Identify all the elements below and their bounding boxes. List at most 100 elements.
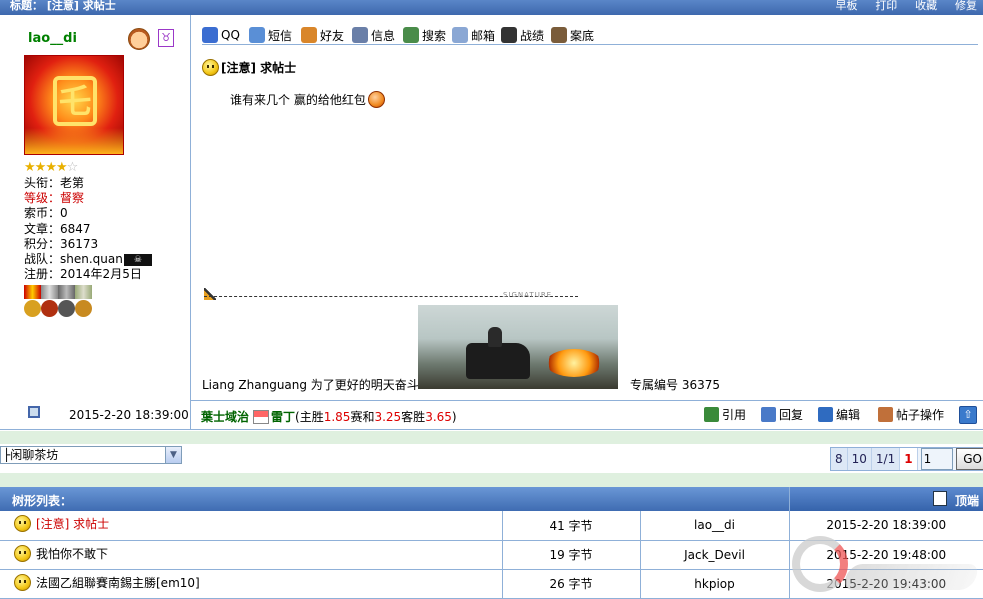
favorite-link[interactable]: 收藏 <box>915 0 937 12</box>
pager-item[interactable]: 8 <box>831 448 848 470</box>
signature-text: Liang Zhanguang 为了更好的明天奋斗 <box>202 378 419 392</box>
separator-band <box>0 473 983 487</box>
posts-label: 文章： <box>24 221 61 236</box>
row-subject[interactable]: [注意] 求帖士 <box>36 515 109 532</box>
navigation-row: ├闲聊茶坊 ▼ 8 10 1/1 1 1 GO <box>0 444 983 473</box>
post-ops-icon <box>878 407 893 422</box>
post-meta: 2015-2-20 18:39:00 <box>0 401 191 430</box>
row-subject[interactable]: 法國乙組聯賽南錫主勝[em10] <box>36 574 200 591</box>
star-icon: ★ <box>55 160 68 175</box>
quote-button[interactable]: 引用 <box>704 406 746 423</box>
case-icon <box>551 27 567 43</box>
post-date: 2015-2-20 18:39:00 <box>69 408 189 422</box>
reply-button[interactable]: 回复 <box>761 406 803 423</box>
bet-odds: 葉士域治 雷丁 (主胜 1.85 赛和 3.25 客胜 3.65) <box>201 408 457 425</box>
joined-label: 注册： <box>24 267 61 282</box>
team-label: 战队： <box>24 252 61 267</box>
user-toolbar: QQ 短信 好友 信息 搜索 邮箱 战绩 案底 <box>202 25 978 45</box>
record-button[interactable]: 战绩 <box>501 25 544 45</box>
early-board-link[interactable]: 早板 <box>835 0 857 12</box>
post-content-area: QQ 短信 好友 信息 搜索 邮箱 战绩 案底 [注意] 求帖士 谁有来几个 赢… <box>192 15 983 401</box>
face-icon <box>128 28 150 50</box>
row-author[interactable]: Jack_Devil <box>640 540 790 570</box>
computer-icon <box>28 406 40 418</box>
table-row[interactable]: [注意] 求帖士 41 字节 lao__di 2015-2-20 18:39:0… <box>0 511 983 541</box>
forum-select[interactable]: ├闲聊茶坊 ▼ <box>0 446 182 464</box>
edit-button[interactable]: 编辑 <box>818 406 860 423</box>
separator-band <box>0 431 983 444</box>
title-value: 老第 <box>60 176 85 190</box>
star-icon: ★ <box>34 160 47 175</box>
info-button[interactable]: 信息 <box>352 25 395 45</box>
table-row[interactable]: 我怕你不敢下 19 字节 Jack_Devil 2015-2-20 19:48:… <box>0 540 983 570</box>
document-icon <box>933 491 947 506</box>
row-subject[interactable]: 我怕你不敢下 <box>36 545 108 562</box>
mail-button[interactable]: 邮箱 <box>452 25 495 45</box>
post: lao__di ♉ 乇 ★★★★☆ 头衔：老第 等级：督察 索币：0 文章：68… <box>0 15 983 401</box>
go-button[interactable]: GO <box>955 448 983 470</box>
record-icon <box>501 27 517 43</box>
avatar-flame <box>25 128 123 154</box>
post-ops-button[interactable]: 帖子操作 <box>878 406 944 423</box>
tree-list: [注意] 求帖士 41 字节 lao__di 2015-2-20 18:39:0… <box>0 511 983 599</box>
message-icon <box>249 27 265 43</box>
team-away[interactable]: 雷丁 <box>271 408 295 425</box>
row-time: 2015-2-20 19:43:00 <box>789 569 983 599</box>
row-author[interactable]: hkpiop <box>640 569 790 599</box>
chevron-down-icon[interactable]: ▼ <box>165 447 181 463</box>
pager-current: 1 <box>900 448 918 470</box>
qq-button[interactable]: QQ <box>202 25 240 45</box>
signature-car <box>466 343 530 379</box>
team-value[interactable]: shen.quan <box>60 252 123 266</box>
score-value: 36173 <box>60 236 99 251</box>
row-size: 41 字节 <box>502 511 641 541</box>
row-author[interactable]: lao__di <box>640 511 790 541</box>
info-icon <box>352 27 368 43</box>
signature-id: 专属编号 36375 <box>630 378 720 392</box>
print-link[interactable]: 打印 <box>875 0 897 12</box>
team-flag-icon: ☠ <box>123 253 152 266</box>
quote-icon <box>704 407 719 422</box>
user-info: 头衔：老第 等级：督察 索币：0 文章：6847 积分：36173 战队：she… <box>24 176 152 282</box>
row-time: 2015-2-20 19:48:00 <box>789 540 983 570</box>
row-size: 19 字节 <box>502 540 641 570</box>
qq-icon <box>202 27 218 43</box>
star-empty-icon: ☆ <box>66 160 79 175</box>
smiley-icon <box>14 515 31 533</box>
medal-icon <box>75 285 92 317</box>
team-home[interactable]: 葉士域治 <box>201 408 249 425</box>
medal-icon <box>58 285 75 317</box>
joined-value: 2014年2月5日 <box>60 267 142 282</box>
message-button[interactable]: 短信 <box>249 25 292 45</box>
repair-link[interactable]: 修复 <box>955 0 977 12</box>
mail-icon <box>452 27 468 43</box>
signature-tag: SIGNATURE <box>503 291 553 299</box>
page-input[interactable]: 1 <box>920 448 953 470</box>
search-icon <box>403 27 419 43</box>
pager-total: 1/1 <box>871 448 901 470</box>
search-button[interactable]: 搜索 <box>403 25 446 45</box>
draw-odds: 3.25 <box>374 409 402 424</box>
user-panel: lao__di ♉ 乇 ★★★★☆ 头衔：老第 等级：督察 索币：0 文章：68… <box>0 15 191 401</box>
rank-label: 等级： <box>24 191 61 206</box>
medal-icon <box>24 285 41 317</box>
scroll-top-button[interactable]: ⇧ <box>959 406 977 424</box>
case-button[interactable]: 案底 <box>551 25 594 45</box>
coins-label: 索币： <box>24 206 61 221</box>
title-label: 头衔： <box>24 176 61 190</box>
coins-value: 0 <box>60 206 68 221</box>
top-link[interactable]: 顶端 <box>955 492 979 509</box>
post-body-text: 谁有来几个 赢的给他红包 <box>230 93 366 107</box>
smiley-icon <box>14 573 31 591</box>
title-bar-actions: 早板 打印 收藏 修复 <box>821 0 977 13</box>
angry-emoji-icon <box>367 91 385 108</box>
table-row[interactable]: 法國乙組聯賽南錫主勝[em10] 26 字节 hkpiop 2015-2-20 … <box>0 569 983 599</box>
post-footer: 2015-2-20 18:39:00 葉士域治 雷丁 (主胜 1.85 赛和 3.2… <box>0 401 983 430</box>
friends-button[interactable]: 好友 <box>301 25 344 45</box>
pager-item[interactable]: 10 <box>847 448 872 470</box>
edit-icon <box>818 407 833 422</box>
signature-fire <box>546 349 602 377</box>
username[interactable]: lao__di <box>28 31 77 46</box>
smiley-icon <box>14 544 31 562</box>
tree-header-right: 顶端 <box>789 487 983 511</box>
